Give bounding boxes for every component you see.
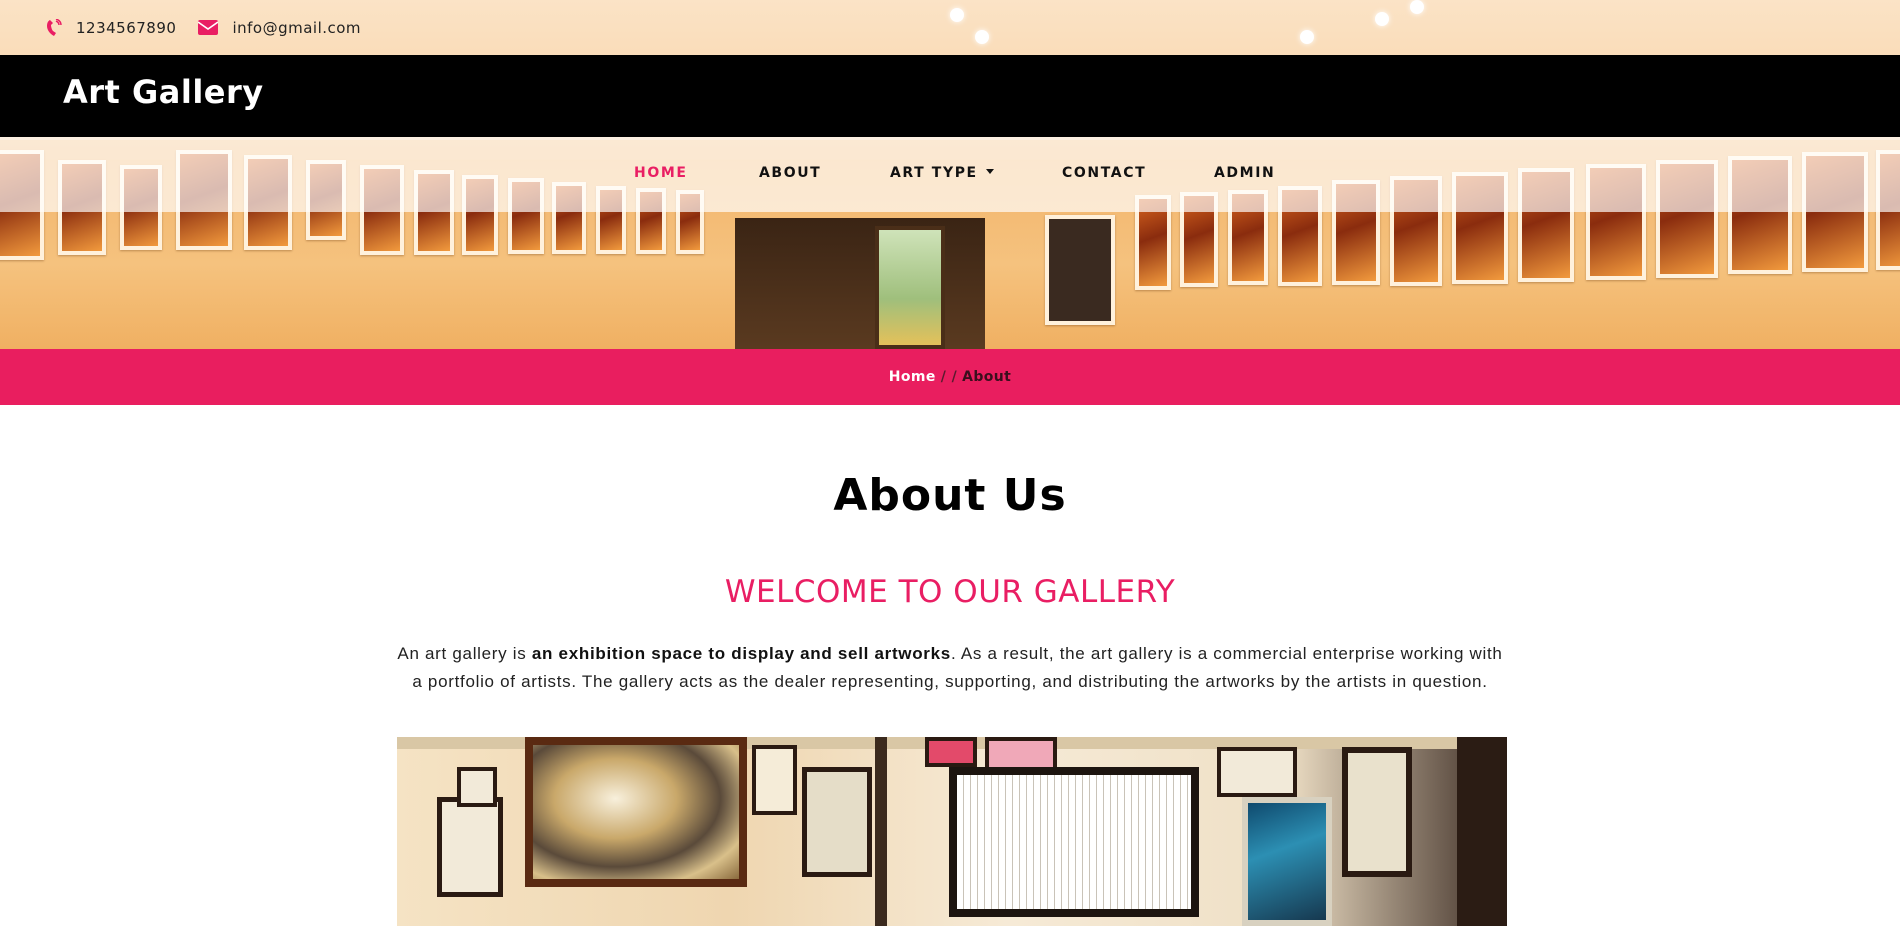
nav-home[interactable]: HOME bbox=[634, 165, 688, 181]
envelope-icon bbox=[198, 20, 219, 35]
photo-column bbox=[875, 737, 887, 926]
section-subtitle: WELCOME TO OUR GALLERY bbox=[724, 574, 1176, 610]
intro-text-start: An art gallery is bbox=[397, 644, 532, 663]
photo-artwork bbox=[437, 797, 503, 897]
nav-art-type-label: ART TYPE bbox=[890, 165, 978, 181]
phone-icon bbox=[46, 18, 62, 37]
photo-artwork bbox=[1342, 747, 1412, 877]
photo-artwork bbox=[1217, 747, 1297, 797]
photo-artwork bbox=[752, 745, 797, 815]
contact-phone-text: 1234567890 bbox=[76, 18, 177, 37]
nav-admin[interactable]: ADMIN bbox=[1214, 165, 1275, 181]
caret-down-icon bbox=[985, 168, 994, 174]
nav-contact[interactable]: CONTACT bbox=[1062, 165, 1146, 181]
contact-phone[interactable]: 1234567890 bbox=[46, 18, 177, 37]
nav-about[interactable]: ABOUT bbox=[759, 165, 821, 181]
breadcrumb: Home / / About bbox=[0, 349, 1900, 405]
photo-artwork bbox=[802, 767, 872, 877]
gallery-photo bbox=[397, 737, 1507, 926]
photo-artwork bbox=[457, 767, 497, 807]
contact-email-text: info@gmail.com bbox=[232, 18, 362, 37]
photo-artwork-blue bbox=[1242, 797, 1332, 926]
hero-doorway bbox=[735, 218, 985, 349]
page-title: About Us bbox=[833, 470, 1067, 521]
contact-email[interactable]: info@gmail.com bbox=[198, 19, 361, 37]
intro-text-bold: an exhibition space to display and sell … bbox=[531, 644, 951, 663]
contact-bar: 1234567890 info@gmail.com bbox=[0, 0, 1900, 55]
intro-paragraph: An art gallery is an exhibition space to… bbox=[395, 640, 1505, 696]
hero-artwork bbox=[1045, 215, 1115, 325]
breadcrumb-current: About bbox=[962, 369, 1012, 385]
photo-artwork-abstract bbox=[525, 737, 747, 887]
hero-window bbox=[875, 226, 945, 349]
photo-shadow bbox=[1457, 737, 1507, 926]
brand-logo[interactable]: Art Gallery bbox=[63, 73, 264, 111]
nav-art-type[interactable]: ART TYPE bbox=[890, 165, 994, 181]
main-nav: HOME ABOUT ART TYPE CONTACT ADMIN bbox=[0, 137, 1900, 212]
brand-bar: Art Gallery bbox=[0, 55, 1900, 137]
breadcrumb-home[interactable]: Home bbox=[889, 369, 936, 385]
photo-artwork-sketch bbox=[949, 767, 1199, 917]
photo-artwork bbox=[925, 737, 977, 767]
breadcrumb-separator: / / bbox=[940, 369, 958, 385]
